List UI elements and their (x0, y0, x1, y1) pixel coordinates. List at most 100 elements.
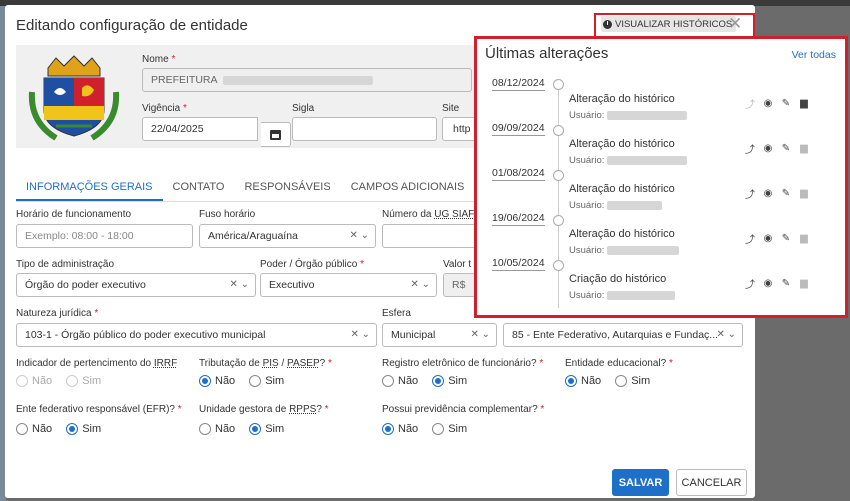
fuso-label: Fuso horário (199, 209, 256, 220)
radio-label: Não (581, 375, 602, 387)
irrf-nao-radio[interactable] (16, 375, 28, 387)
history-item-actions: ⤴ ◉ ✎ ▆ (745, 186, 809, 201)
calendar-icon (270, 129, 281, 140)
site-field[interactable]: http (442, 117, 476, 141)
edit-icon[interactable]: ✎ (781, 278, 791, 289)
educacional-sim-radio[interactable] (615, 375, 628, 387)
delete-icon[interactable]: ▆ (799, 98, 809, 109)
efr-sim-radio[interactable] (66, 423, 79, 435)
rpps-nao-radio[interactable] (199, 423, 211, 435)
see-all-link[interactable]: Ver todas (792, 49, 836, 61)
irrf-label: Indicador de pertencimento do IRRF (16, 358, 178, 369)
calendar-button[interactable] (261, 122, 291, 147)
view-icon[interactable]: ◉ (763, 233, 773, 244)
coat-of-arms-logo (28, 55, 120, 141)
tipo-label: Tipo de administração (16, 259, 115, 270)
ug-siafi-input[interactable] (382, 224, 476, 248)
pis-radio-group: Não Sim (199, 375, 284, 387)
history-item-title: Criação do histórico (569, 273, 667, 285)
efr-radio-group: Não Sim (16, 423, 101, 435)
clear-chevron-icon[interactable]: ✕ ⌄ (349, 230, 369, 241)
edit-icon[interactable]: ✎ (781, 233, 791, 244)
edit-icon[interactable]: ✎ (781, 188, 791, 199)
name-field[interactable]: PREFEITURA (142, 68, 472, 92)
revert-icon[interactable]: ⤴ (745, 231, 755, 246)
vigencia-field[interactable]: 22/04/2025 (142, 117, 258, 141)
radio-label: Sim (631, 375, 651, 387)
delete-icon[interactable]: ▆ (799, 278, 809, 289)
vigencia-label: Vigência * (142, 103, 187, 114)
horario-input[interactable]: Exemplo: 08:00 - 18:00 (16, 224, 193, 248)
rpps-sim-radio[interactable] (249, 423, 262, 435)
delete-icon[interactable]: ▆ (799, 233, 809, 244)
timeline-dot (553, 125, 564, 136)
view-icon[interactable]: ◉ (763, 98, 773, 109)
delete-icon[interactable]: ▆ (799, 143, 809, 154)
view-icon[interactable]: ◉ (763, 278, 773, 289)
fuso-select[interactable]: América/Araguaína ✕ ⌄ (199, 224, 376, 248)
educacional-label: Entidade educacional? * (565, 358, 673, 369)
timeline-line (558, 83, 559, 308)
esfera-select[interactable]: Municipal ✕ ⌄ (382, 323, 497, 347)
edit-icon[interactable]: ✎ (781, 143, 791, 154)
radio-label: Não (215, 375, 236, 387)
history-item-title: Alteração do histórico (569, 138, 675, 150)
timeline-dot (553, 79, 564, 90)
history-item-actions: ⤴ ◉ ✎ ▆ (745, 141, 809, 156)
previdencia-nao-radio[interactable] (382, 423, 394, 435)
history-item-user: Usuário: (569, 200, 663, 211)
history-item-user: Usuário: (569, 245, 680, 256)
poder-select[interactable]: Executivo ✕ ⌄ (260, 273, 437, 297)
save-button[interactable]: SALVAR (612, 469, 669, 496)
view-icon[interactable]: ◉ (763, 143, 773, 154)
natureza-select[interactable]: 103-1 - Órgão público do poder executivo… (16, 323, 377, 347)
efr-nao-radio[interactable] (16, 423, 28, 435)
registro-sim-radio[interactable] (432, 375, 445, 387)
registro-radio-group: Não Sim (382, 375, 467, 387)
revert-icon[interactable]: ⤴ (745, 96, 755, 111)
tab-general-info[interactable]: INFORMAÇÕES GERAIS (16, 173, 163, 201)
sigla-field[interactable] (292, 117, 437, 141)
cancel-button[interactable]: CANCELAR (676, 469, 747, 496)
radio-label: Não (398, 423, 419, 435)
tab-responsibles[interactable]: RESPONSÁVEIS (234, 173, 340, 201)
clear-chevron-icon[interactable]: ✕ ⌄ (470, 329, 490, 340)
irrf-sim-radio[interactable] (66, 375, 79, 387)
clear-chevron-icon[interactable]: ✕ ⌄ (350, 329, 370, 340)
clear-chevron-icon[interactable]: ✕ ⌄ (229, 279, 249, 290)
revert-icon[interactable]: ⤴ (745, 276, 755, 291)
history-item-actions: ⤴ ◉ ✎ ▆ (745, 231, 809, 246)
valor-label: Valor t (443, 259, 472, 270)
registro-label: Registro eletrônico de funcionário? * (382, 358, 544, 369)
tabs-divider (16, 201, 476, 202)
revert-icon[interactable]: ⤴ (745, 186, 755, 201)
site-label: Site (442, 103, 460, 114)
edit-icon[interactable]: ✎ (781, 98, 791, 109)
timeline-dot (553, 215, 564, 226)
pis-nao-radio[interactable] (199, 375, 211, 387)
tab-additional-fields[interactable]: CAMPOS ADICIONAIS (341, 173, 475, 201)
radio-label: Não (215, 423, 236, 435)
registro-nao-radio[interactable] (382, 375, 394, 387)
tab-contact[interactable]: CONTATO (163, 173, 235, 201)
revert-icon[interactable]: ⤴ (745, 141, 755, 156)
educacional-nao-radio[interactable] (565, 375, 577, 387)
horario-label: Horário de funcionamento (16, 209, 132, 220)
previdencia-sim-radio[interactable] (432, 423, 445, 435)
name-label: Nome * (142, 54, 176, 65)
ente-select[interactable]: 85 - Ente Federativo, Autarquias e Funda… (503, 323, 743, 347)
poder-label: Poder / Órgão público * (260, 259, 364, 270)
history-date: 09/09/2024 (492, 122, 545, 136)
history-item-actions: ⤴ ◉ ✎ ▆ (745, 96, 809, 111)
radio-label: Sim (82, 423, 102, 435)
valor-input[interactable]: R$ (443, 273, 476, 297)
pis-sim-radio[interactable] (249, 375, 262, 387)
clear-chevron-icon[interactable]: ✕ ⌄ (716, 329, 736, 340)
tipo-select[interactable]: Órgão do poder executivo ✕ ⌄ (16, 273, 256, 297)
radio-label: Não (32, 375, 53, 387)
previdencia-label: Possui previdência complementar? * (382, 404, 545, 415)
delete-icon[interactable]: ▆ (799, 188, 809, 199)
clear-chevron-icon[interactable]: ✕ ⌄ (410, 279, 430, 290)
esfera-label: Esfera (382, 308, 411, 319)
view-icon[interactable]: ◉ (763, 188, 773, 199)
